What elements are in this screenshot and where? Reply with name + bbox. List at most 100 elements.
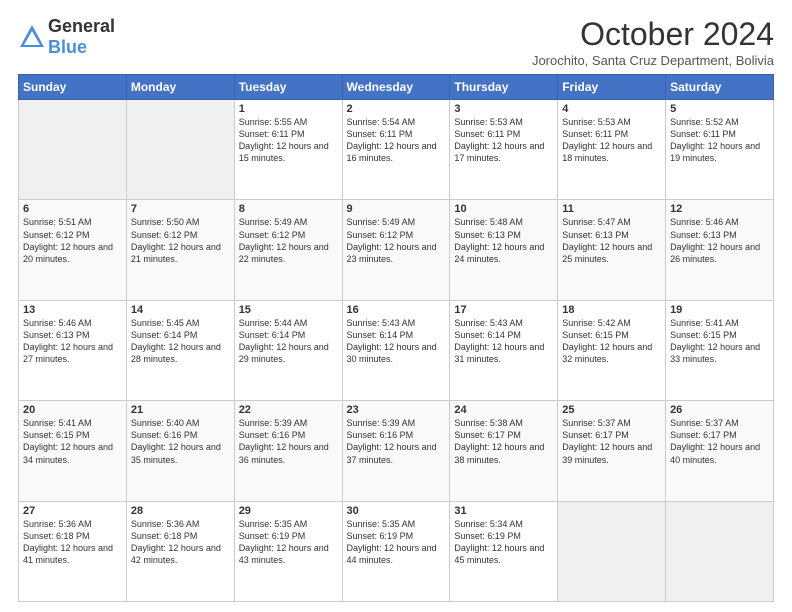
calendar-week-row: 13Sunrise: 5:46 AMSunset: 6:13 PMDayligh…: [19, 300, 774, 400]
day-info: Sunrise: 5:55 AMSunset: 6:11 PMDaylight:…: [239, 116, 338, 165]
day-info: Sunrise: 5:48 AMSunset: 6:13 PMDaylight:…: [454, 216, 553, 265]
calendar-cell: 10Sunrise: 5:48 AMSunset: 6:13 PMDayligh…: [450, 200, 558, 300]
day-number: 7: [131, 203, 230, 215]
month-title: October 2024: [532, 16, 774, 53]
calendar-cell: 2Sunrise: 5:54 AMSunset: 6:11 PMDaylight…: [342, 100, 450, 200]
calendar-cell: 11Sunrise: 5:47 AMSunset: 6:13 PMDayligh…: [558, 200, 666, 300]
day-number: 19: [670, 304, 769, 316]
calendar-week-row: 6Sunrise: 5:51 AMSunset: 6:12 PMDaylight…: [19, 200, 774, 300]
calendar-cell: 27Sunrise: 5:36 AMSunset: 6:18 PMDayligh…: [19, 501, 127, 601]
calendar-cell: 4Sunrise: 5:53 AMSunset: 6:11 PMDaylight…: [558, 100, 666, 200]
calendar-cell: 19Sunrise: 5:41 AMSunset: 6:15 PMDayligh…: [666, 300, 774, 400]
day-info: Sunrise: 5:41 AMSunset: 6:15 PMDaylight:…: [23, 417, 122, 466]
day-number: 8: [239, 203, 338, 215]
day-number: 2: [347, 103, 446, 115]
calendar-cell: 18Sunrise: 5:42 AMSunset: 6:15 PMDayligh…: [558, 300, 666, 400]
header-monday: Monday: [126, 75, 234, 100]
day-number: 6: [23, 203, 122, 215]
day-info: Sunrise: 5:45 AMSunset: 6:14 PMDaylight:…: [131, 317, 230, 366]
day-info: Sunrise: 5:54 AMSunset: 6:11 PMDaylight:…: [347, 116, 446, 165]
calendar-cell: 26Sunrise: 5:37 AMSunset: 6:17 PMDayligh…: [666, 401, 774, 501]
day-info: Sunrise: 5:46 AMSunset: 6:13 PMDaylight:…: [670, 216, 769, 265]
logo-icon: [18, 23, 46, 51]
day-info: Sunrise: 5:41 AMSunset: 6:15 PMDaylight:…: [670, 317, 769, 366]
calendar-cell: 15Sunrise: 5:44 AMSunset: 6:14 PMDayligh…: [234, 300, 342, 400]
calendar-cell: 1Sunrise: 5:55 AMSunset: 6:11 PMDaylight…: [234, 100, 342, 200]
calendar-cell: 9Sunrise: 5:49 AMSunset: 6:12 PMDaylight…: [342, 200, 450, 300]
header-thursday: Thursday: [450, 75, 558, 100]
day-info: Sunrise: 5:53 AMSunset: 6:11 PMDaylight:…: [562, 116, 661, 165]
day-info: Sunrise: 5:34 AMSunset: 6:19 PMDaylight:…: [454, 518, 553, 567]
calendar-cell: 7Sunrise: 5:50 AMSunset: 6:12 PMDaylight…: [126, 200, 234, 300]
header: General Blue October 2024 Jorochito, San…: [18, 16, 774, 68]
day-number: 17: [454, 304, 553, 316]
calendar-cell: 14Sunrise: 5:45 AMSunset: 6:14 PMDayligh…: [126, 300, 234, 400]
day-number: 16: [347, 304, 446, 316]
day-info: Sunrise: 5:35 AMSunset: 6:19 PMDaylight:…: [347, 518, 446, 567]
logo-blue: Blue: [48, 37, 87, 57]
calendar-header-row: Sunday Monday Tuesday Wednesday Thursday…: [19, 75, 774, 100]
header-friday: Friday: [558, 75, 666, 100]
header-sunday: Sunday: [19, 75, 127, 100]
day-info: Sunrise: 5:42 AMSunset: 6:15 PMDaylight:…: [562, 317, 661, 366]
calendar-cell: 24Sunrise: 5:38 AMSunset: 6:17 PMDayligh…: [450, 401, 558, 501]
day-info: Sunrise: 5:44 AMSunset: 6:14 PMDaylight:…: [239, 317, 338, 366]
day-number: 10: [454, 203, 553, 215]
day-number: 18: [562, 304, 661, 316]
day-info: Sunrise: 5:38 AMSunset: 6:17 PMDaylight:…: [454, 417, 553, 466]
calendar-cell: 23Sunrise: 5:39 AMSunset: 6:16 PMDayligh…: [342, 401, 450, 501]
day-number: 4: [562, 103, 661, 115]
calendar-cell: 22Sunrise: 5:39 AMSunset: 6:16 PMDayligh…: [234, 401, 342, 501]
calendar-week-row: 20Sunrise: 5:41 AMSunset: 6:15 PMDayligh…: [19, 401, 774, 501]
day-number: 11: [562, 203, 661, 215]
day-number: 12: [670, 203, 769, 215]
day-info: Sunrise: 5:43 AMSunset: 6:14 PMDaylight:…: [347, 317, 446, 366]
day-info: Sunrise: 5:43 AMSunset: 6:14 PMDaylight:…: [454, 317, 553, 366]
calendar-cell: [558, 501, 666, 601]
calendar-cell: [19, 100, 127, 200]
day-info: Sunrise: 5:40 AMSunset: 6:16 PMDaylight:…: [131, 417, 230, 466]
day-number: 9: [347, 203, 446, 215]
day-number: 22: [239, 404, 338, 416]
calendar-cell: 3Sunrise: 5:53 AMSunset: 6:11 PMDaylight…: [450, 100, 558, 200]
header-wednesday: Wednesday: [342, 75, 450, 100]
day-info: Sunrise: 5:39 AMSunset: 6:16 PMDaylight:…: [347, 417, 446, 466]
day-info: Sunrise: 5:36 AMSunset: 6:18 PMDaylight:…: [131, 518, 230, 567]
header-tuesday: Tuesday: [234, 75, 342, 100]
calendar-cell: 29Sunrise: 5:35 AMSunset: 6:19 PMDayligh…: [234, 501, 342, 601]
calendar-table: Sunday Monday Tuesday Wednesday Thursday…: [18, 74, 774, 602]
calendar-cell: 12Sunrise: 5:46 AMSunset: 6:13 PMDayligh…: [666, 200, 774, 300]
day-info: Sunrise: 5:52 AMSunset: 6:11 PMDaylight:…: [670, 116, 769, 165]
title-block: October 2024 Jorochito, Santa Cruz Depar…: [532, 16, 774, 68]
calendar-cell: [126, 100, 234, 200]
day-info: Sunrise: 5:35 AMSunset: 6:19 PMDaylight:…: [239, 518, 338, 567]
calendar-cell: 13Sunrise: 5:46 AMSunset: 6:13 PMDayligh…: [19, 300, 127, 400]
calendar-cell: 28Sunrise: 5:36 AMSunset: 6:18 PMDayligh…: [126, 501, 234, 601]
calendar-cell: 21Sunrise: 5:40 AMSunset: 6:16 PMDayligh…: [126, 401, 234, 501]
day-number: 27: [23, 505, 122, 517]
day-number: 20: [23, 404, 122, 416]
calendar-cell: 30Sunrise: 5:35 AMSunset: 6:19 PMDayligh…: [342, 501, 450, 601]
day-info: Sunrise: 5:50 AMSunset: 6:12 PMDaylight:…: [131, 216, 230, 265]
day-number: 25: [562, 404, 661, 416]
day-number: 21: [131, 404, 230, 416]
calendar-cell: 20Sunrise: 5:41 AMSunset: 6:15 PMDayligh…: [19, 401, 127, 501]
calendar-cell: 6Sunrise: 5:51 AMSunset: 6:12 PMDaylight…: [19, 200, 127, 300]
day-info: Sunrise: 5:39 AMSunset: 6:16 PMDaylight:…: [239, 417, 338, 466]
day-number: 24: [454, 404, 553, 416]
location-subtitle: Jorochito, Santa Cruz Department, Bolivi…: [532, 53, 774, 68]
day-number: 5: [670, 103, 769, 115]
day-info: Sunrise: 5:37 AMSunset: 6:17 PMDaylight:…: [562, 417, 661, 466]
calendar-cell: 17Sunrise: 5:43 AMSunset: 6:14 PMDayligh…: [450, 300, 558, 400]
day-number: 29: [239, 505, 338, 517]
day-number: 26: [670, 404, 769, 416]
day-info: Sunrise: 5:46 AMSunset: 6:13 PMDaylight:…: [23, 317, 122, 366]
day-number: 1: [239, 103, 338, 115]
logo: General Blue: [18, 16, 115, 58]
day-number: 31: [454, 505, 553, 517]
header-saturday: Saturday: [666, 75, 774, 100]
day-number: 23: [347, 404, 446, 416]
day-info: Sunrise: 5:49 AMSunset: 6:12 PMDaylight:…: [347, 216, 446, 265]
day-number: 15: [239, 304, 338, 316]
day-info: Sunrise: 5:47 AMSunset: 6:13 PMDaylight:…: [562, 216, 661, 265]
